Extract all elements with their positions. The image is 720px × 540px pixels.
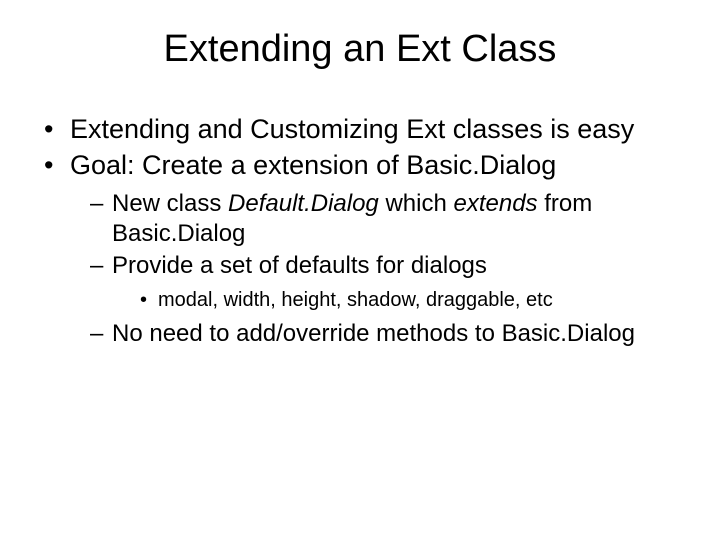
list-item: New class Default.Dialog which extends f… [90, 189, 680, 249]
bullet-list-level1: Extending and Customizing Ext classes is… [40, 113, 680, 349]
bullet-text: No need to add/override methods to Basic… [112, 320, 635, 347]
list-item: Provide a set of defaults for dialogs mo… [90, 251, 680, 313]
bullet-text: modal, width, height, shadow, draggable,… [158, 289, 553, 311]
bullet-text: New class [112, 190, 228, 217]
list-item: Extending and Customizing Ext classes is… [44, 113, 680, 147]
list-item: modal, width, height, shadow, draggable,… [140, 287, 680, 313]
bullet-text: Provide a set of defaults for dialogs [112, 252, 487, 279]
slide-title: Extending an Ext Class [40, 28, 680, 71]
list-item: Goal: Create a extension of Basic.Dialog… [44, 149, 680, 349]
bullet-list-level3: modal, width, height, shadow, draggable,… [112, 287, 680, 313]
bullet-italic: Default.Dialog [228, 190, 379, 217]
bullet-list-level2: New class Default.Dialog which extends f… [70, 189, 680, 349]
bullet-text: which [379, 190, 454, 217]
bullet-italic: extends [453, 190, 537, 217]
bullet-text: Extending and Customizing Ext classes is… [70, 114, 634, 144]
bullet-text: Goal: Create a extension of Basic.Dialog [70, 150, 556, 180]
slide: Extending an Ext Class Extending and Cus… [0, 0, 720, 540]
list-item: No need to add/override methods to Basic… [90, 319, 680, 349]
